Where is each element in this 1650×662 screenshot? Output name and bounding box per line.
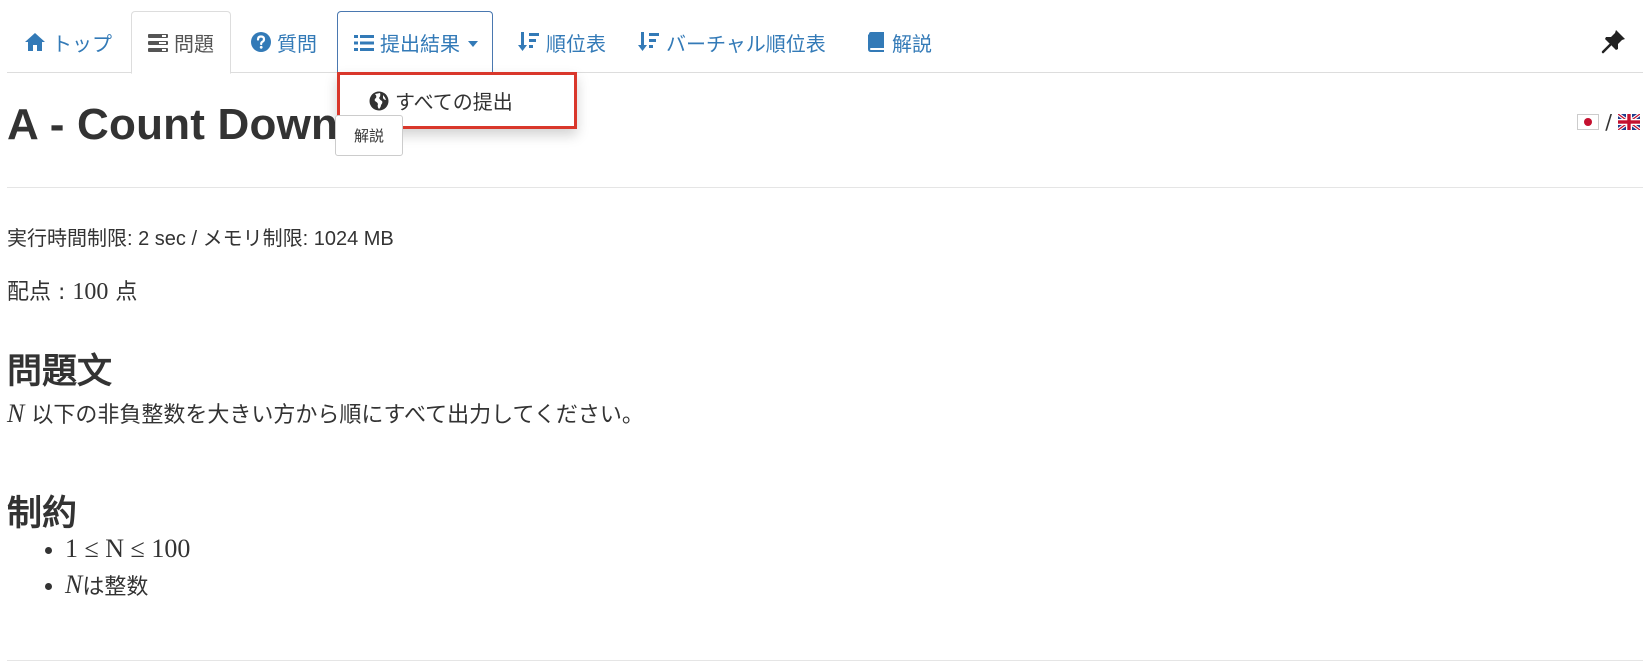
list-item: N は整数 [45, 567, 190, 603]
constraint-text: は整数 [82, 575, 149, 600]
score-value: 100 [72, 279, 109, 305]
sort-amount-icon [518, 32, 539, 51]
tab-label: バーチャル順位表 [666, 31, 826, 56]
dropdown-item-all-submissions[interactable]: すべての提出 [395, 86, 513, 115]
caret-down-icon [468, 41, 478, 47]
page-title: A - Count Down [7, 100, 339, 149]
editorial-button[interactable]: 解説 [335, 115, 403, 156]
score-label: 配点 : [7, 280, 66, 305]
tab-top[interactable]: トップ [7, 11, 129, 73]
divider [7, 660, 1643, 661]
language-switcher: / [1577, 110, 1640, 134]
tab-tasks[interactable]: 問題 [131, 11, 231, 74]
tab-label: 順位表 [546, 31, 606, 56]
math-var: N [65, 570, 83, 599]
limits-text: 実行時間制限: 2 sec / メモリ制限: 1024 MB [7, 228, 394, 250]
constraints-heading: 制約 [7, 494, 78, 534]
home-icon [25, 33, 45, 51]
divider [7, 187, 1643, 188]
japan-flag-icon[interactable] [1577, 114, 1600, 130]
tab-editorial[interactable]: 解説 [849, 11, 949, 73]
tab-clarifications[interactable]: 質問 [234, 11, 334, 73]
globe-icon [369, 91, 389, 110]
tab-label: 問題 [174, 32, 214, 56]
score: 配点 : 100 点 [7, 274, 137, 306]
statement-text: 以下の非負整数を大きい方から順にすべて出力してください。 [24, 403, 644, 428]
question-circle-icon [251, 32, 271, 52]
book-icon [868, 32, 884, 52]
math-var: N [7, 399, 25, 428]
sort-amount-icon [638, 32, 659, 51]
lang-separator: / [1605, 110, 1612, 134]
tab-label: 質問 [277, 31, 317, 56]
tab-virtual-standings[interactable]: バーチャル順位表 [621, 11, 843, 73]
score-unit: 点 [115, 280, 138, 305]
tab-standings[interactable]: 順位表 [501, 11, 623, 73]
tab-label: トップ [52, 31, 112, 56]
uk-flag-icon[interactable] [1618, 114, 1640, 130]
contest-nav-tabs: トップ 問題 質問 提出結果 順位表 バーチャル順位表 解説 [7, 0, 1643, 74]
tab-submissions[interactable]: 提出結果 [337, 11, 493, 73]
pushpin-icon[interactable] [1601, 28, 1627, 54]
tasks-icon [148, 33, 168, 52]
constraints-list: 1 ≤ N ≤ 100 N は整数 [45, 531, 190, 603]
math-constraint: 1 ≤ N ≤ 100 [65, 534, 191, 563]
list-icon [354, 34, 374, 51]
list-item: 1 ≤ N ≤ 100 [45, 531, 190, 567]
tab-label: 提出結果 [380, 32, 460, 56]
statement-heading: 問題文 [7, 352, 113, 392]
problem-statement: N 以下の非負整数を大きい方から順にすべて出力してください。 [7, 397, 644, 429]
tab-label: 解説 [892, 31, 932, 56]
